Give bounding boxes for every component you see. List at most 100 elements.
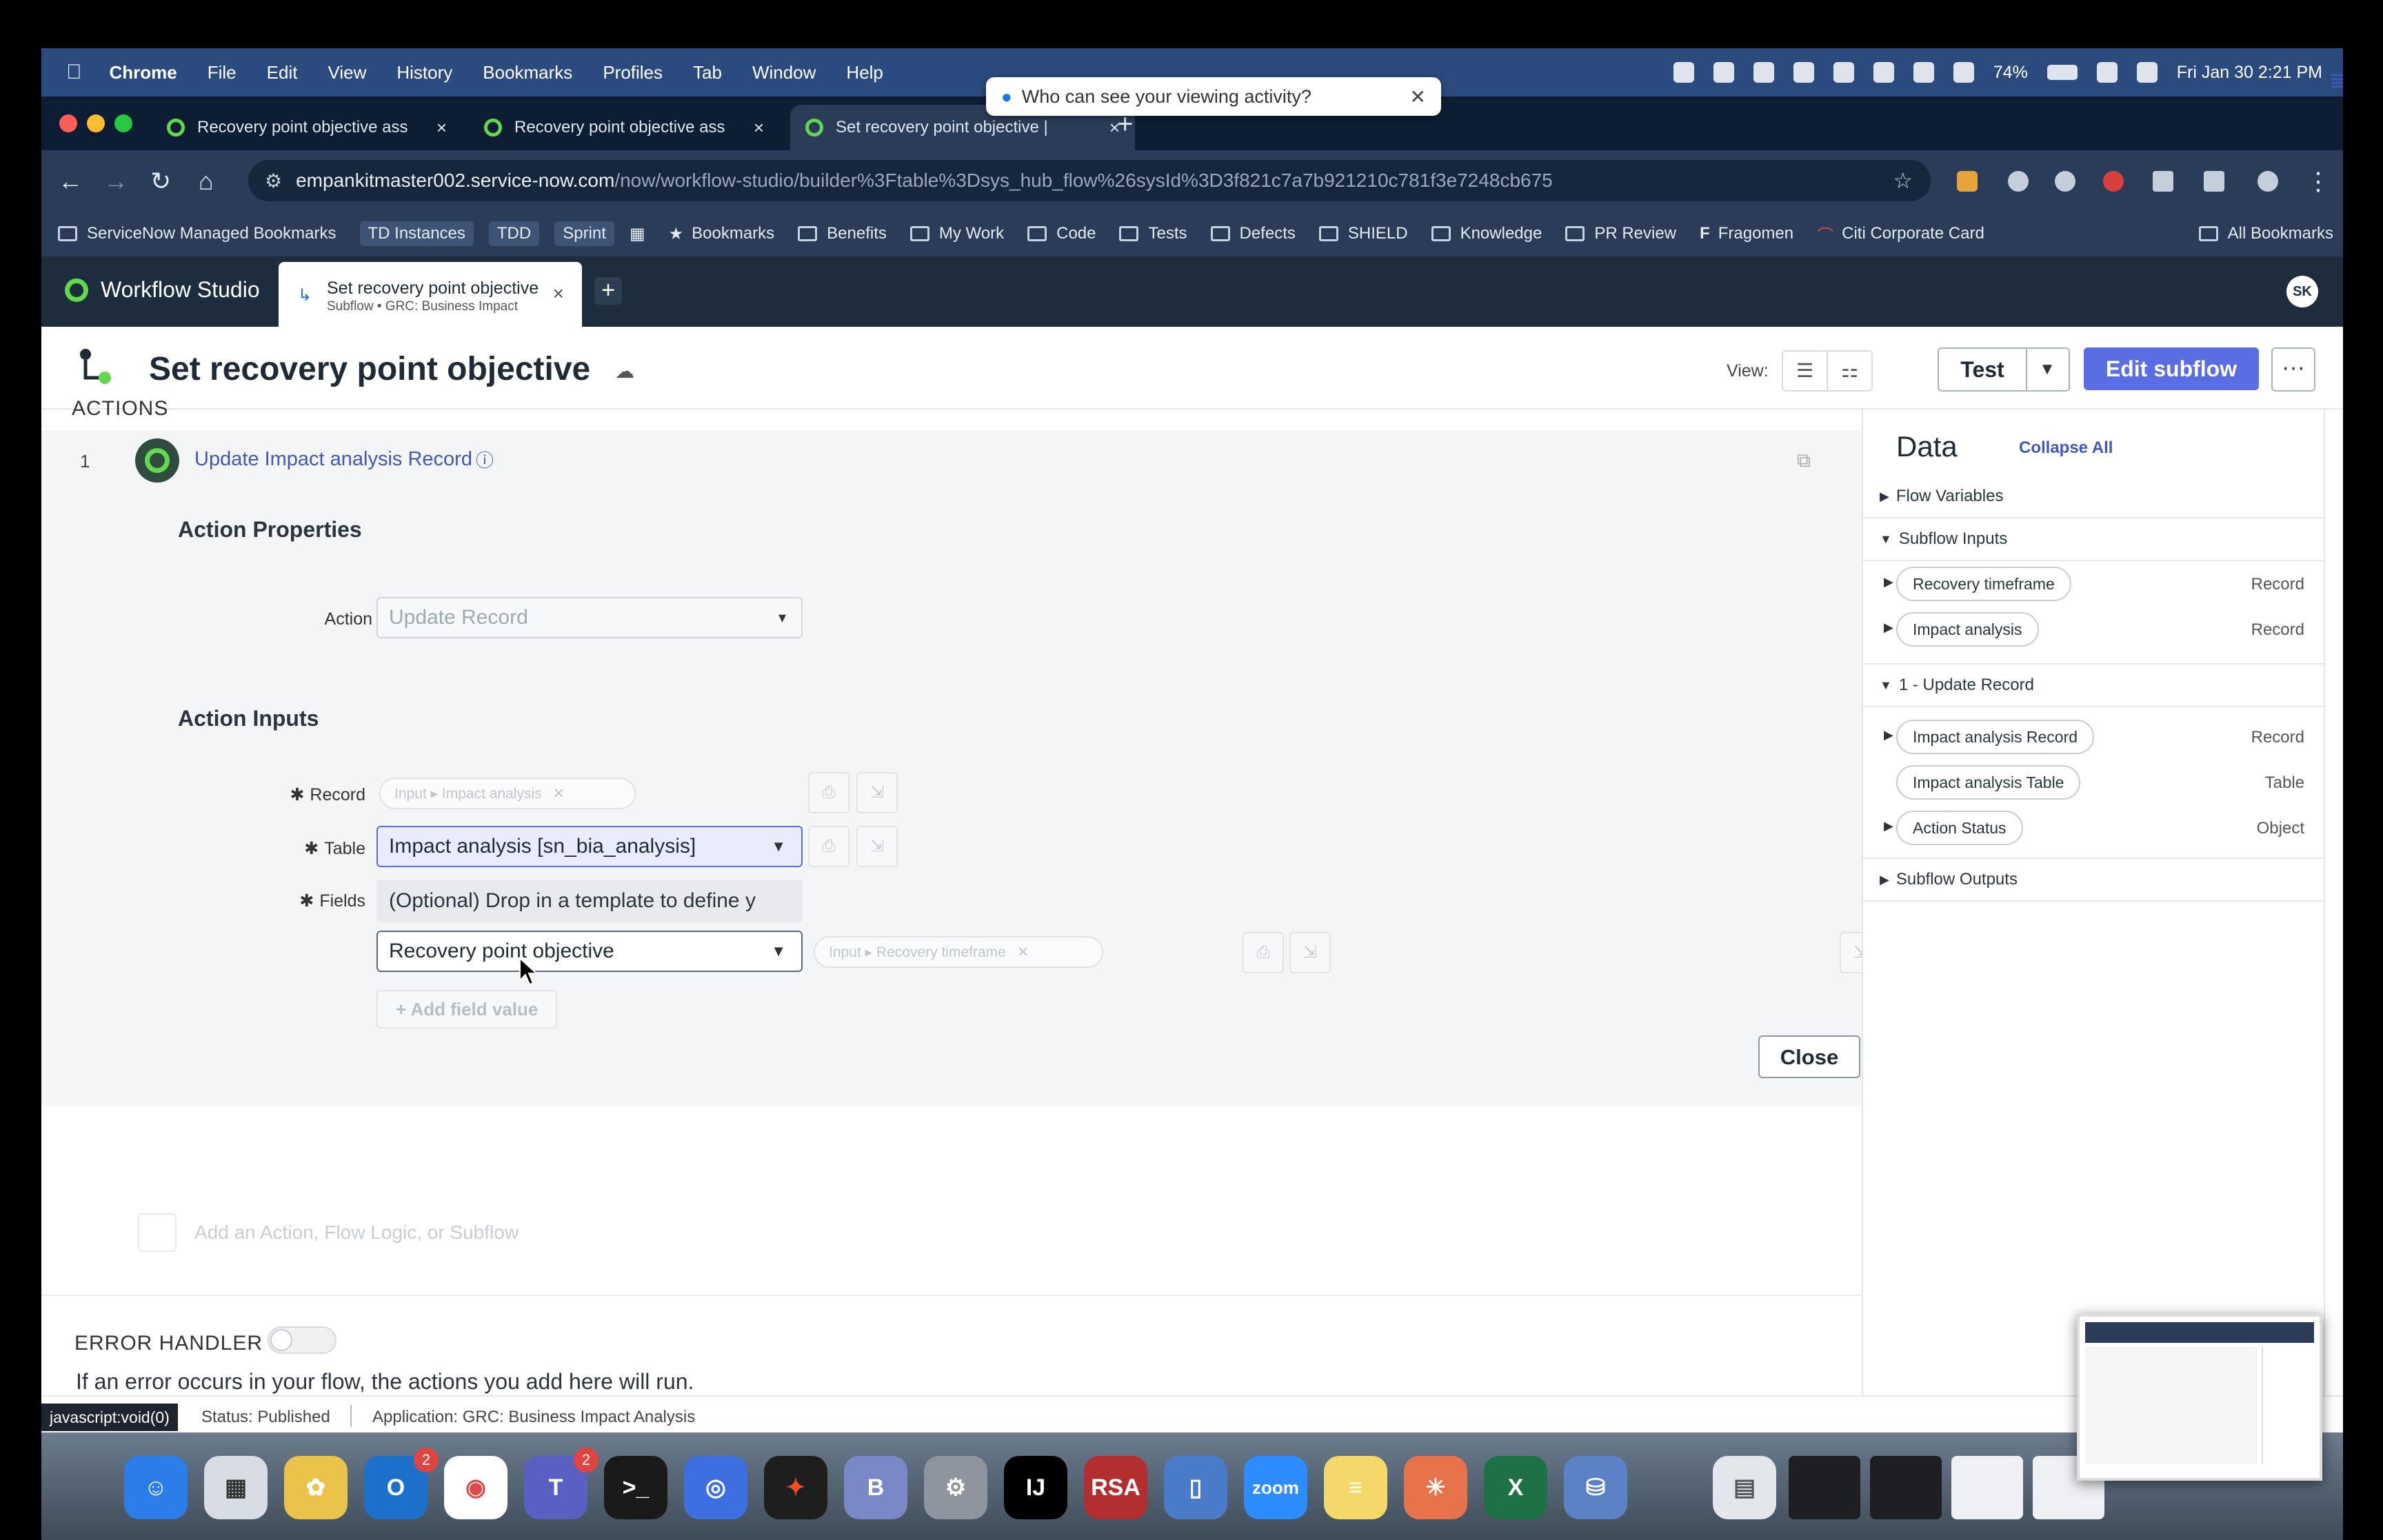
database-icon[interactable]: ≣ (2329, 69, 2343, 93)
menu-history[interactable]: History (396, 62, 452, 83)
sparkle-app-icon[interactable]: ✳ (1404, 1456, 1467, 1519)
battery-icon[interactable] (2047, 65, 2078, 80)
screen-share-icon[interactable] (1673, 62, 1694, 83)
help-icon[interactable]: ⓘ (476, 447, 494, 472)
bookmark-folder[interactable]: ServiceNow Managed Bookmarks (58, 224, 336, 243)
menu-edit[interactable]: Edit (267, 62, 298, 83)
avatar[interactable]: SK (2286, 276, 2318, 307)
window-minimize-button[interactable] (87, 114, 105, 132)
test-button[interactable]: Test (1938, 347, 2027, 392)
remove-pill-icon[interactable]: ✕ (1017, 944, 1029, 961)
bookmark-item[interactable]: ⌒ Citi Corporate Card (1817, 222, 1984, 246)
bookmark-item[interactable]: F Fragomen (1700, 224, 1793, 243)
extension-icon[interactable] (2008, 171, 2029, 192)
home-icon[interactable]: ⌂ (199, 167, 214, 196)
subflow-outputs-section[interactable]: ▶ Subflow Outputs (1863, 858, 2325, 902)
bookmark-item[interactable]: ★ Bookmarks (669, 224, 775, 244)
site-settings-icon[interactable]: ⚙ (265, 170, 282, 192)
photos-app-icon[interactable]: ✿ (284, 1456, 348, 1519)
disk-utility-icon[interactable]: ⛁ (1564, 1456, 1627, 1519)
caret-right-icon[interactable]: ▶ (1884, 819, 1893, 833)
cloud-icon[interactable] (1713, 62, 1734, 83)
menu-profiles[interactable]: Profiles (603, 62, 663, 83)
add-tab-button[interactable]: + (594, 277, 622, 305)
script-toggle-icon[interactable]: ⇲ (856, 772, 898, 813)
reload-icon[interactable]: ↻ (150, 167, 171, 196)
back-arrow-icon[interactable]: ← (58, 167, 83, 196)
caret-right-icon[interactable]: ▶ (1884, 575, 1893, 589)
list-view-icon[interactable]: ☰ (1783, 352, 1828, 390)
chrome-tab-1[interactable]: Recovery point objective ass × (152, 105, 462, 150)
data-picker-icon[interactable]: ⎙ (808, 772, 849, 813)
add-action-link[interactable]: Add an Action, Flow Logic, or Subflow (194, 1222, 519, 1244)
extension-icon[interactable] (2103, 171, 2124, 192)
apps-grid-icon[interactable]: ▦ (630, 224, 645, 244)
menu-bookmarks[interactable]: Bookmarks (483, 62, 572, 83)
terminal-icon[interactable]: >_ (604, 1456, 667, 1519)
privacy-popup[interactable]: ● Who can see your viewing activity? ✕ (986, 77, 1441, 116)
field-name-select[interactable]: Recovery point objective ▼ (376, 931, 803, 972)
control-center-icon[interactable] (2136, 62, 2158, 83)
menu-view[interactable]: View (328, 62, 366, 83)
window-close-button[interactable] (59, 114, 77, 132)
bookmark-folder[interactable]: PR Review (1565, 224, 1676, 243)
new-extension-icon[interactable] (1957, 171, 1978, 192)
tab-close-icon[interactable]: × (754, 117, 764, 139)
action-title-link[interactable]: Update Impact analysis Record (194, 448, 472, 471)
bookmark-folder[interactable]: Benefits (798, 224, 887, 243)
document-stack-icon[interactable]: ▤ (1713, 1456, 1776, 1519)
update-record-section[interactable]: ▼ 1 - Update Record (1863, 663, 2325, 707)
add-action-icon[interactable] (138, 1213, 177, 1252)
notes-icon[interactable]: ≡ (1324, 1456, 1387, 1519)
collapse-all-link[interactable]: Collapse All (2019, 438, 2113, 458)
cast-icon[interactable] (2204, 171, 2224, 192)
phone-app-icon[interactable]: ▯ (1164, 1456, 1227, 1519)
open-external-icon[interactable]: ⧉ (1797, 449, 1811, 472)
bookmark-star-icon[interactable]: ☆ (1893, 168, 1913, 194)
airdrop-icon[interactable] (1953, 62, 1974, 83)
wifi-icon[interactable] (2096, 62, 2118, 83)
data-pill-impact-analysis-record[interactable]: Impact analysis Record (1896, 720, 2095, 754)
edit-subflow-button[interactable]: Edit subflow (2084, 347, 2259, 390)
bookmark-folder[interactable]: Code (1027, 224, 1096, 243)
menu-app-name[interactable]: Chrome (110, 62, 177, 83)
bookmark-folder[interactable]: Defects (1210, 224, 1296, 243)
privacy-popup-text[interactable]: Who can see your viewing activity? (1022, 86, 1311, 108)
flow-variables-section[interactable]: ▶ Flow Variables (1863, 476, 2325, 518)
close-icon[interactable]: × (553, 283, 564, 305)
globe-icon[interactable] (1753, 62, 1774, 83)
close-icon[interactable]: ✕ (1410, 85, 1426, 108)
script-toggle-icon[interactable]: ⇲ (1289, 932, 1331, 973)
puzzle-icon[interactable] (2153, 171, 2173, 192)
apple-icon[interactable]:  (66, 61, 82, 84)
data-picker-icon[interactable]: ⎙ (1243, 932, 1284, 973)
clipboard-icon[interactable] (1833, 62, 1854, 83)
maps-icon[interactable]: ◎ (684, 1456, 747, 1519)
forward-arrow-icon[interactable]: → (103, 167, 128, 196)
zoom-icon[interactable]: zoom (1244, 1456, 1307, 1519)
bookmark-pill[interactable]: Sprint (554, 221, 614, 246)
record-data-pill[interactable]: Input ▸ Impact analysis ✕ (379, 778, 636, 809)
close-button[interactable]: Close (1758, 1035, 1860, 1078)
rsa-securid-icon[interactable]: RSA (1084, 1456, 1147, 1519)
chevron-down-icon[interactable]: ▼ (2026, 347, 2070, 392)
subflow-inputs-section[interactable]: ▼ Subflow Inputs (1863, 518, 2325, 561)
chrome-icon[interactable]: ◉ (444, 1456, 507, 1519)
data-pill-impact-analysis-table[interactable]: Impact analysis Table (1896, 765, 2081, 800)
menu-help[interactable]: Help (846, 62, 883, 83)
data-picker-icon[interactable]: ⎙ (808, 826, 849, 867)
bookmark-pill[interactable]: TD Instances (359, 221, 474, 246)
settings-icon[interactable]: ⚙ (924, 1456, 987, 1519)
workflow-studio-home[interactable]: Workflow Studio (65, 277, 260, 303)
profile-icon[interactable] (2258, 171, 2278, 192)
bookmark-folder[interactable]: My Work (909, 224, 1004, 243)
script-toggle-icon[interactable]: ⇲ (856, 826, 898, 867)
bookmark-folder[interactable]: Knowledge (1431, 224, 1542, 243)
intellij-icon[interactable]: IJ (1004, 1456, 1067, 1519)
bbedit-icon[interactable]: B (844, 1456, 907, 1519)
caret-right-icon[interactable]: ▶ (1884, 620, 1893, 635)
table-select[interactable]: Impact analysis [sn_bia_analysis] ▼ (376, 826, 803, 867)
finder-icon[interactable]: ☺ (124, 1456, 188, 1519)
menubar-clock[interactable]: Fri Jan 30 2:21 PM (2177, 63, 2322, 83)
kebab-menu-icon[interactable]: ⋮ (2306, 167, 2331, 196)
